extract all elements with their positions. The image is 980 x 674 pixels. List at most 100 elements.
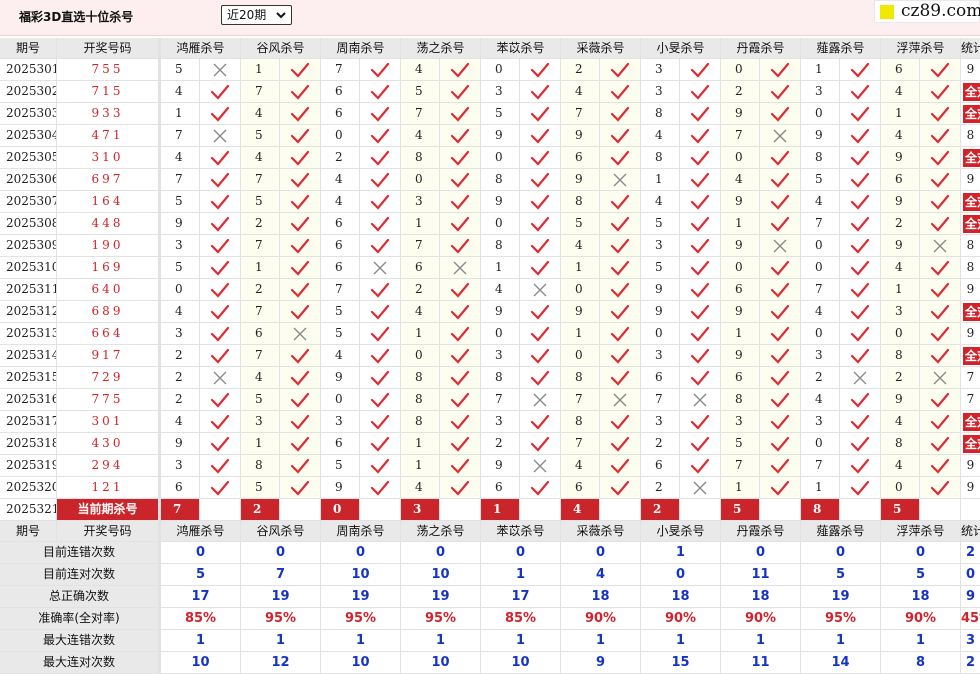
check-mark-icon (210, 106, 230, 122)
kill-number: 2 (321, 147, 359, 168)
check-mark-icon (210, 480, 230, 496)
summary-value: 17 (161, 586, 240, 607)
hit-result (280, 411, 320, 432)
hit-result (680, 389, 720, 410)
check-mark-icon (690, 370, 710, 386)
hit-result (280, 455, 320, 476)
cross-icon (613, 173, 627, 187)
row-draw-number: 917 (57, 345, 158, 366)
row-period: 2025306 (0, 169, 56, 190)
bottom-draw-header: 开奖号码 (57, 521, 158, 541)
summary-value: 0 (881, 542, 960, 563)
hit-result (760, 169, 800, 190)
current-blank (280, 499, 320, 520)
kill-number: 3 (881, 301, 919, 322)
hit-result (440, 301, 480, 322)
hit-result (200, 455, 240, 476)
check-mark-icon (850, 216, 870, 232)
kill-number: 6 (721, 279, 759, 300)
kill-number: 7 (641, 389, 679, 410)
kill-number: 6 (561, 477, 599, 498)
kill-number: 4 (401, 477, 439, 498)
hit-result (280, 477, 320, 498)
check-mark-icon (770, 150, 790, 166)
kill-number: 7 (401, 103, 439, 124)
hit-result (760, 367, 800, 388)
hit-result (360, 103, 400, 124)
hit-result (520, 411, 560, 432)
kill-number: 5 (161, 191, 199, 212)
hit-result (520, 59, 560, 80)
hit-result (200, 125, 240, 146)
summary-value: 90% (881, 608, 960, 629)
row-stat: 全对 (961, 411, 980, 432)
summary-value: 1 (481, 564, 560, 585)
kill-number: 6 (321, 213, 359, 234)
kill-number: 1 (721, 213, 759, 234)
hit-result (680, 81, 720, 102)
summary-value: 11 (721, 564, 800, 585)
check-mark-icon (450, 106, 470, 122)
period-range-select[interactable]: 近20期 (221, 5, 292, 25)
hit-result (520, 323, 560, 344)
row-stat: 全对 (961, 345, 980, 366)
kill-number: 5 (721, 433, 759, 454)
hit-result (600, 103, 640, 124)
hit-result (920, 81, 960, 102)
row-draw-number: 640 (57, 279, 158, 300)
kill-number: 0 (481, 147, 519, 168)
hit-result (280, 59, 320, 80)
hit-result (600, 345, 640, 366)
hit-result (680, 301, 720, 322)
period-range-value: 近20期 (227, 8, 267, 22)
top-expert-header: 采薇杀号 (561, 38, 640, 58)
hit-result (600, 81, 640, 102)
check-mark-icon (530, 62, 550, 78)
check-mark-icon (850, 282, 870, 298)
kill-number: 9 (721, 301, 759, 322)
kill-number: 8 (481, 367, 519, 388)
check-mark-icon (530, 348, 550, 364)
summary-value: 18 (641, 586, 720, 607)
check-mark-icon (770, 282, 790, 298)
kill-number: 4 (881, 257, 919, 278)
row-draw-number: 430 (57, 433, 158, 454)
row-draw-number: 775 (57, 389, 158, 410)
hit-result (680, 59, 720, 80)
hit-result (600, 59, 640, 80)
check-mark-icon (770, 84, 790, 100)
kill-number: 2 (641, 477, 679, 498)
kill-number: 3 (321, 411, 359, 432)
kill-number: 3 (641, 81, 679, 102)
kill-number: 9 (881, 389, 919, 410)
kill-number: 8 (881, 345, 919, 366)
kill-number: 3 (801, 411, 839, 432)
check-mark-icon (450, 194, 470, 210)
check-mark-icon (290, 128, 310, 144)
hit-result (440, 411, 480, 432)
hit-result (360, 59, 400, 80)
site-logo[interactable]: cz89.com (874, 0, 980, 23)
row-draw-number: 310 (57, 147, 158, 168)
check-mark-icon (770, 216, 790, 232)
current-blank (600, 499, 640, 520)
kill-number: 3 (161, 455, 199, 476)
summary-label: 最大连错次数 (0, 630, 158, 651)
check-mark-icon (450, 480, 470, 496)
check-mark-icon (210, 238, 230, 254)
check-mark-icon (450, 436, 470, 452)
hit-result (440, 389, 480, 410)
check-mark-icon (930, 392, 950, 408)
check-mark-icon (930, 84, 950, 100)
hit-result (440, 147, 480, 168)
hit-result (680, 103, 720, 124)
check-mark-icon (290, 392, 310, 408)
hit-result (680, 213, 720, 234)
hit-result (920, 279, 960, 300)
kill-number: 2 (161, 345, 199, 366)
hit-result (840, 411, 880, 432)
hit-result (440, 345, 480, 366)
hit-result (920, 301, 960, 322)
hit-result (360, 411, 400, 432)
check-mark-icon (770, 194, 790, 210)
